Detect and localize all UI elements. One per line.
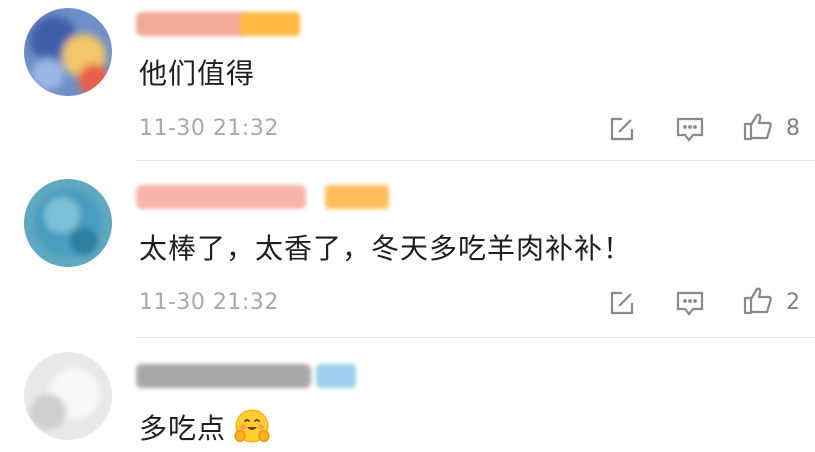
reply-icon [676, 291, 704, 316]
comment-item-3: 多吃点 [0, 338, 815, 452]
comment-text: 太棒了，太香了，冬天多吃羊肉补补！ [139, 232, 633, 265]
like-icon [743, 113, 772, 141]
reply-button[interactable] [672, 285, 708, 321]
edit-icon [610, 291, 634, 315]
avatar[interactable] [24, 352, 112, 440]
comment-text-content: 多吃点 [139, 412, 227, 445]
reply-icon [676, 117, 704, 142]
username-redacted[interactable] [136, 185, 306, 209]
comment-text: 他们值得 [139, 57, 256, 90]
comment-item-2: 太棒了，太香了，冬天多吃羊肉补补！ 11-30 21:32 2 [0, 161, 815, 337]
edit-button[interactable] [604, 285, 640, 321]
comment-text: 多吃点 [139, 408, 270, 447]
like-count: 8 [786, 116, 800, 141]
avatar[interactable] [24, 179, 112, 267]
comment-time: 11-30 21:32 [139, 116, 279, 141]
username-redacted[interactable] [136, 12, 246, 36]
comment-time: 11-30 21:32 [139, 290, 279, 315]
username-redacted-extra [316, 364, 356, 388]
edit-icon [610, 117, 634, 141]
like-icon [743, 287, 772, 315]
like-count: 2 [786, 290, 800, 315]
edit-button[interactable] [604, 111, 640, 147]
username-redacted-extra [240, 12, 300, 36]
avatar[interactable] [24, 8, 112, 96]
reply-button[interactable] [672, 111, 708, 147]
smiling-face-with-hands-emoji [234, 409, 270, 443]
username-redacted-extra [325, 185, 389, 209]
like-button[interactable] [740, 109, 776, 145]
comment-item-1: 他们值得 11-30 21:32 8 [0, 0, 815, 160]
username-redacted[interactable] [136, 364, 311, 388]
like-button[interactable] [740, 283, 776, 319]
